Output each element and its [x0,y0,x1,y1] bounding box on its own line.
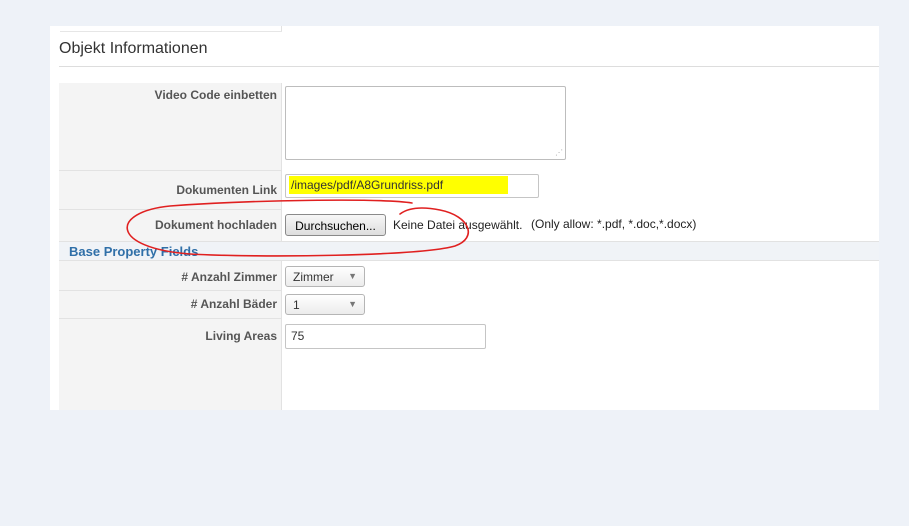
row-divider [59,290,282,291]
section-divider [59,66,879,67]
base-property-header: Base Property Fields [59,241,879,261]
video-code-textarea[interactable]: ⋰ [285,86,566,160]
rooms-select-value: Zimmer [293,270,334,284]
living-areas-value: 75 [291,329,305,343]
top-divider-line [60,31,282,32]
chevron-down-icon: ▼ [348,271,357,281]
section-title: Objekt Informationen [59,40,208,57]
rooms-label: # Anzahl Zimmer [181,270,277,284]
chevron-down-icon: ▼ [348,299,357,309]
baths-select-value: 1 [293,298,300,312]
row-divider [59,318,282,319]
video-code-label: Video Code einbetten [154,88,277,102]
doc-link-label: Dokumenten Link [176,183,277,197]
baths-select[interactable]: 1 ▼ [285,294,365,315]
living-areas-label: Living Areas [205,329,277,343]
object-info-panel: Objekt Informationen Video Code einbette… [50,26,879,410]
resize-grip-icon[interactable]: ⋰ [555,149,563,157]
allowed-types-note: (Only allow: *.pdf, *.doc,*.docx) [531,217,697,231]
living-areas-input[interactable]: 75 [285,324,486,349]
base-property-title: Base Property Fields [69,244,199,259]
doc-link-value: /images/pdf/A8Grundriss.pdf [291,178,444,192]
row-divider [59,209,282,210]
upload-label: Dokument hochladen [154,218,277,232]
rooms-select[interactable]: Zimmer ▼ [285,266,365,287]
browse-button[interactable]: Durchsuchen... [285,214,386,236]
baths-label: # Anzahl Bäder [190,297,277,311]
file-status-text: Keine Datei ausgewählt. [393,218,523,232]
row-divider [59,170,282,171]
